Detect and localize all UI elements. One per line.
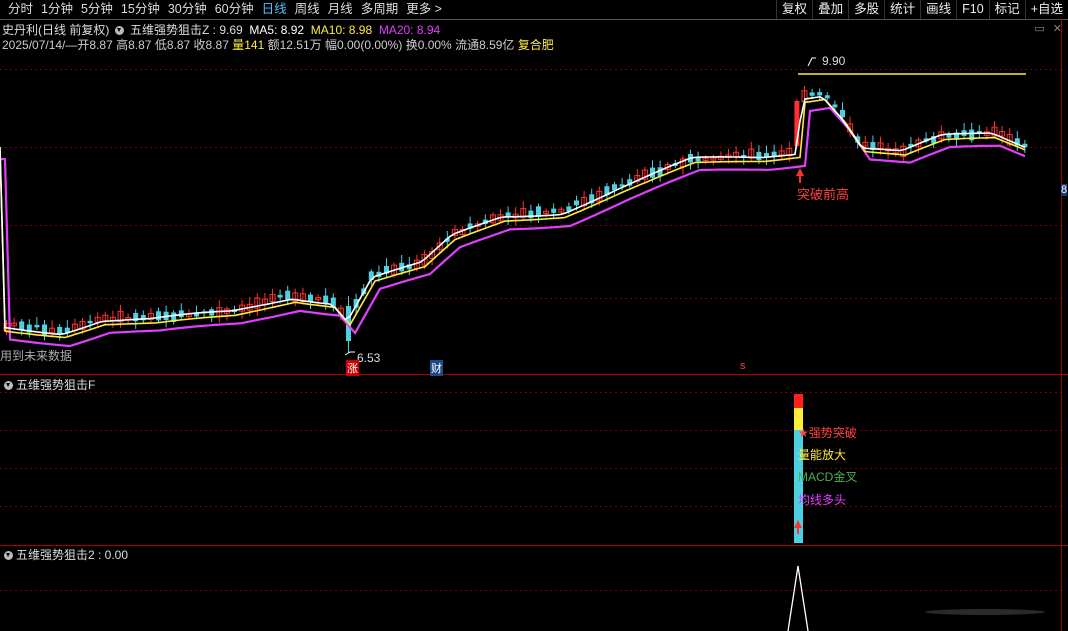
candle-body-91: [695, 158, 701, 162]
panel3-title: 五维强势狙击2 : 0.00: [16, 548, 129, 562]
signal-ma: 均线多头: [798, 493, 847, 507]
candle-body-11: [87, 320, 93, 324]
candle-body-106: [809, 92, 815, 96]
zhang-marker[interactable]: 涨: [346, 360, 359, 376]
low-price-pointer: [344, 351, 355, 356]
candle-body-40: [308, 294, 313, 302]
signal-volume: 量能放大: [798, 448, 847, 462]
signal-strong-breakout: ★强势突破: [798, 426, 857, 440]
candle-body-37: [285, 290, 291, 300]
breakthrough-arrow-icon: [796, 168, 804, 183]
candle-body-36: [277, 294, 283, 298]
candle-body-20: [156, 311, 161, 321]
panel3-dropdown-icon[interactable]: [4, 551, 13, 560]
panel2-title: 五维强势狙击F: [16, 378, 96, 392]
s-marker[interactable]: s: [740, 360, 746, 372]
candle-body-4: [34, 324, 40, 328]
low-price-label: 6.53: [357, 351, 381, 365]
candle-body-109: [832, 104, 838, 108]
candle-body-7: [57, 326, 63, 334]
panel2-dropdown-icon[interactable]: [4, 381, 13, 390]
signal-macd: MACD金叉: [798, 470, 858, 484]
kline-chart[interactable]: [0, 0, 1068, 631]
candle-body-124: [946, 134, 952, 138]
candle-body-108: [824, 95, 830, 99]
high-price-label: 9.90: [822, 54, 846, 68]
breakthrough-label: 突破前高: [797, 187, 850, 202]
future-data-warning: 用到未来数据: [0, 349, 73, 363]
panel2-header: 五维强势狙击F: [2, 376, 95, 393]
high-price-pointer: [807, 57, 816, 67]
watermark-smudge: [925, 609, 1045, 615]
candle-body-99: [756, 151, 762, 161]
right-edge-price-tag: 8: [1061, 184, 1068, 196]
candle-body-107: [817, 92, 823, 96]
panel3-spike: [787, 565, 809, 631]
ma10-line: [0, 98, 1026, 339]
panel3-header: 五维强势狙击2 : 0.00: [2, 546, 128, 563]
candle-body-72: [551, 208, 557, 213]
cai-marker[interactable]: 财: [430, 360, 443, 376]
candle-body-75: [574, 200, 579, 206]
signal-bar-red: [794, 394, 803, 408]
signal-strong-text: 强势突破: [808, 426, 857, 440]
